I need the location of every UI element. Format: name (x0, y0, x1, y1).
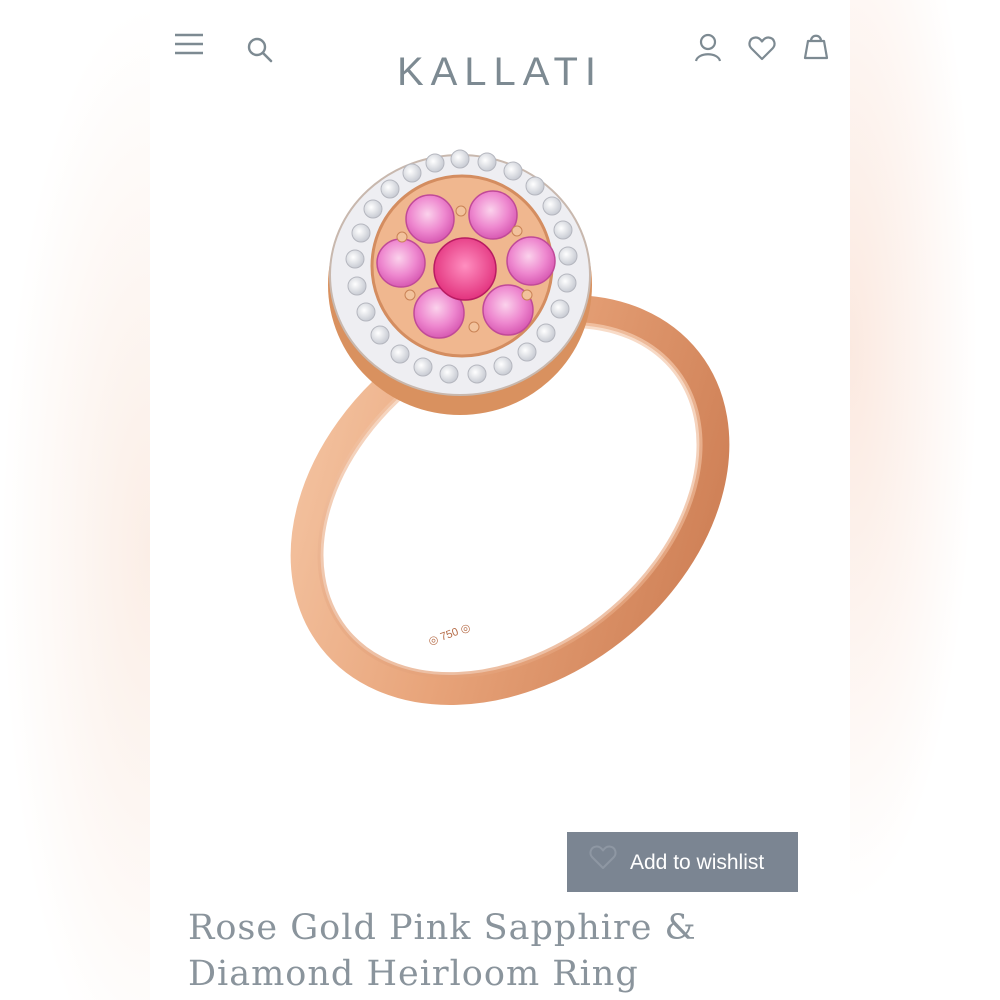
product-title: Rose Gold Pink Sapphire & Diamond Heirlo… (188, 905, 828, 997)
wishlist-label: Add to wishlist (630, 851, 765, 874)
bag-icon[interactable] (802, 32, 830, 60)
brand-logo[interactable]: KALLATI (150, 50, 850, 95)
background-blur-left (0, 0, 150, 1000)
screenshot-frame: KALLATI ◎ 750 ◎ Add to wishlist Rose Gol… (0, 0, 1000, 1000)
background-blur-right (850, 0, 1000, 1000)
product-page: KALLATI ◎ 750 ◎ Add to wishlist Rose Gol… (150, 0, 850, 1000)
svg-text:◎ 750 ◎: ◎ 750 ◎ (427, 622, 472, 648)
product-title-line-2: Diamond Heirloom Ring (188, 954, 639, 994)
wishlist-heart-icon (589, 844, 617, 873)
rose-gold-ring-image: ◎ 750 ◎ (255, 145, 755, 745)
product-title-line-1: Rose Gold Pink Sapphire & (188, 908, 697, 948)
heart-icon[interactable] (748, 35, 776, 61)
add-to-wishlist-button[interactable]: Add to wishlist (567, 832, 798, 892)
account-icon[interactable] (694, 33, 722, 63)
